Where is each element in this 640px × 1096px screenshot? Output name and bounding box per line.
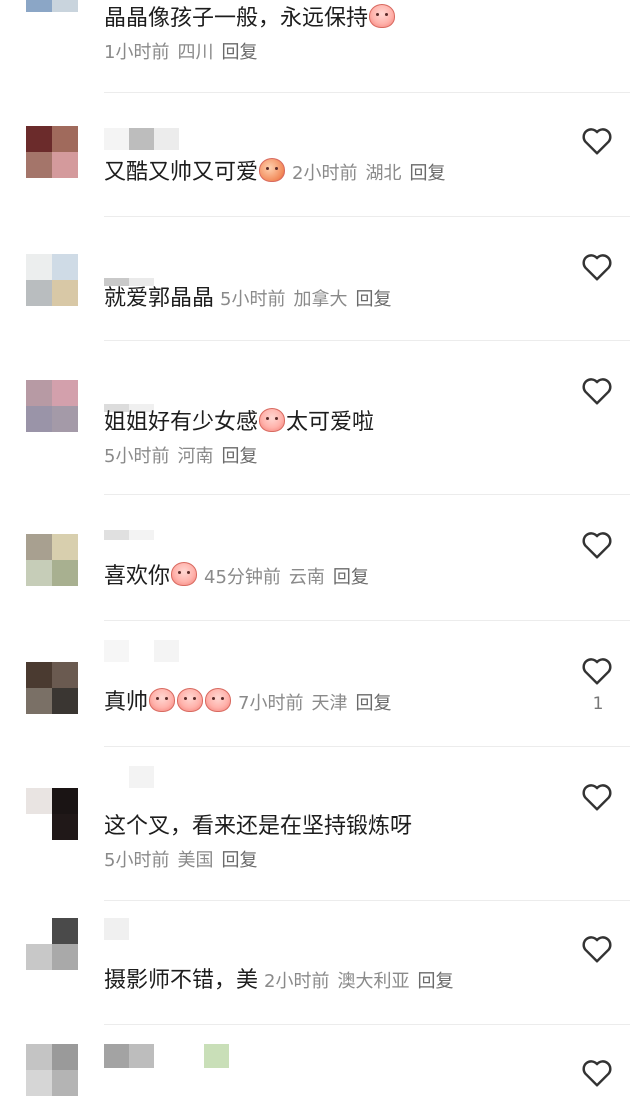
reply-button[interactable]: 回复 — [355, 693, 391, 714]
comment-location: 美国 — [177, 850, 214, 871]
heart-icon[interactable] — [580, 530, 614, 560]
comment-text-content: 喜欢你 — [104, 564, 171, 589]
username-blurred[interactable] — [104, 530, 154, 540]
reply-button[interactable]: 回复 — [409, 163, 445, 184]
blushing-pig-emoji-icon — [171, 562, 198, 586]
heart-icon[interactable] — [580, 656, 614, 686]
avatar[interactable] — [26, 0, 78, 12]
comment-meta: 2小时前 澳大利亚 回复 — [264, 971, 461, 992]
comment-meta: 5小时前 加拿大 回复 — [220, 289, 399, 310]
comment-text: 摄影师不错，美 2小时前 澳大利亚 回复 — [104, 966, 461, 997]
divider — [104, 620, 630, 621]
comment-time: 1小时前 — [104, 42, 170, 63]
comment-text: 真帅 7小时前 天津 回复 — [104, 688, 399, 719]
like-count: 1 — [592, 694, 604, 714]
comment-meta: 7小时前 天津 回复 — [238, 693, 399, 714]
heart-icon[interactable] — [580, 126, 614, 156]
comment-text: 就爱郭晶晶 5小时前 加拿大 回复 — [104, 284, 399, 315]
avatar[interactable] — [26, 918, 78, 970]
reply-button[interactable]: 回复 — [417, 971, 453, 992]
comment-meta: 2小时前 湖北 回复 — [292, 163, 453, 184]
comment-text-content: 就爱郭晶晶 — [104, 286, 215, 311]
comment-meta: 45分钟前 云南 回复 — [204, 567, 377, 588]
reply-button[interactable]: 回复 — [355, 289, 391, 310]
avatar[interactable] — [26, 126, 78, 178]
comment-time: 7小时前 — [238, 693, 304, 714]
comment-text: 又酷又帅又可爱 2小时前 湖北 回复 — [104, 158, 453, 189]
comment-location: 澳大利亚 — [337, 971, 410, 992]
username-blurred[interactable] — [104, 1044, 229, 1068]
comment-location: 四川 — [177, 42, 214, 63]
username-blurred[interactable] — [104, 918, 129, 940]
avatar[interactable] — [26, 534, 78, 586]
pig-face-emoji-icon — [205, 688, 232, 712]
comment-time: 5小时前 — [104, 850, 170, 871]
reply-button[interactable]: 回复 — [221, 42, 257, 63]
heart-icon[interactable] — [580, 1058, 614, 1088]
comment-text: 晶晶像孩子一般，永远保持 — [104, 4, 396, 34]
divider — [104, 900, 630, 901]
reply-button[interactable]: 回复 — [333, 567, 369, 588]
username-blurred[interactable] — [104, 766, 154, 788]
avatar[interactable] — [26, 788, 78, 840]
divider — [104, 494, 630, 495]
comment-location: 云南 — [288, 567, 325, 588]
avatar[interactable] — [26, 1044, 78, 1096]
pig-face-emoji-icon — [369, 4, 396, 28]
comment-text-content: 摄影师不错，美 — [104, 968, 259, 993]
comment-text: 喜欢你 45分钟前 云南 回复 — [104, 562, 377, 593]
blushing-pig-emoji-icon — [259, 408, 286, 432]
divider — [104, 340, 630, 341]
comment-text: 姐姐好有少女感 太可爱啦 — [104, 408, 374, 438]
comment-time: 5小时前 — [220, 289, 286, 310]
comment-text-content: 太可爱啦 — [286, 410, 375, 435]
avatar[interactable] — [26, 662, 78, 714]
comment-meta: 5小时前 河南 回复 — [104, 442, 265, 468]
divider — [104, 216, 630, 217]
comment-text-content: 又酷又帅又可爱 — [104, 160, 259, 185]
comment-text-content: 真帅 — [104, 690, 149, 715]
avatar[interactable] — [26, 380, 78, 432]
comment-location: 湖北 — [365, 163, 402, 184]
comment-location: 天津 — [311, 693, 348, 714]
comment-time: 45分钟前 — [204, 567, 281, 588]
comment-location: 加拿大 — [293, 289, 348, 310]
reply-button[interactable]: 回复 — [221, 850, 257, 871]
comment-text: 这个叉，看来还是在坚持锻炼呀 — [104, 812, 412, 842]
username-blurred[interactable] — [104, 128, 179, 150]
heart-icon[interactable] — [580, 252, 614, 282]
avatar[interactable] — [26, 254, 78, 306]
pig-face-emoji-icon — [177, 688, 204, 712]
comment-time: 5小时前 — [104, 446, 170, 467]
comment-meta: 5小时前 美国 回复 — [104, 846, 265, 872]
username-blurred[interactable] — [104, 640, 179, 662]
pig-face-emoji-icon — [149, 688, 176, 712]
heart-icon[interactable] — [580, 376, 614, 406]
comment-text-content: 这个叉，看来还是在坚持锻炼呀 — [104, 814, 413, 839]
divider — [104, 1024, 630, 1025]
heart-icon[interactable] — [580, 782, 614, 812]
comment-time: 2小时前 — [292, 163, 358, 184]
heart-icon[interactable] — [580, 934, 614, 964]
comment-location: 河南 — [177, 446, 214, 467]
comment-text-content: 晶晶像孩子一般，永远保持 — [104, 6, 369, 31]
reply-button[interactable]: 回复 — [221, 446, 257, 467]
divider — [104, 92, 630, 93]
comment-text-content: 姐姐好有少女感 — [104, 410, 259, 435]
comment-time: 2小时前 — [264, 971, 330, 992]
divider — [104, 746, 630, 747]
comment-meta: 1小时前 四川 回复 — [104, 38, 265, 64]
peach-emoji-icon — [259, 158, 286, 182]
